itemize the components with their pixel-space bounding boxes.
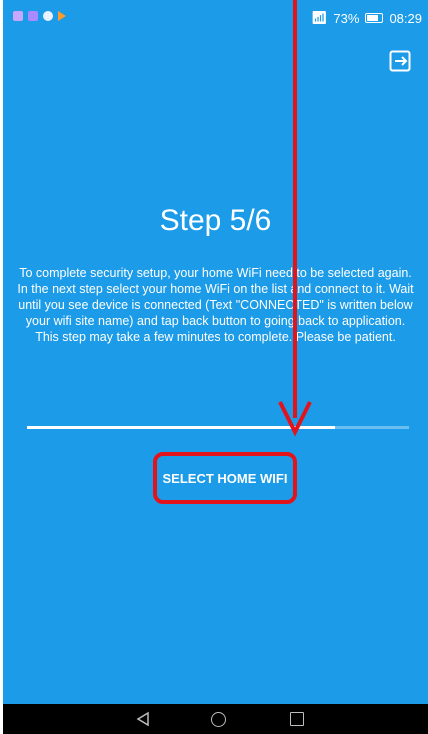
app-screen: 📶︎ 73% 08:29 Step 5/6 To complete securi…: [3, 0, 428, 734]
step-title: Step 5/6: [159, 204, 272, 237]
description-line: In the next step select your home WiFi o…: [17, 282, 414, 328]
app-notification-icon: [13, 11, 23, 21]
battery-icon: [365, 13, 384, 23]
progress-fill: [27, 426, 335, 429]
clock: 08:29: [389, 10, 422, 26]
wifi-icon: 📶︎: [310, 10, 328, 25]
progress-bar: [27, 426, 409, 429]
navigation-bar: [3, 704, 428, 734]
notification-icons: [13, 11, 66, 21]
logout-icon[interactable]: [389, 50, 411, 72]
recent-square-icon[interactable]: [290, 712, 304, 726]
description-line: To complete security setup, your home Wi…: [19, 266, 412, 280]
status-indicators: 📶︎ 73% 08:29: [311, 10, 422, 26]
home-circle-icon[interactable]: [211, 712, 226, 727]
app-notification-icon: [43, 11, 53, 21]
status-bar: 📶︎ 73% 08:29: [3, 0, 428, 34]
back-triangle-icon[interactable]: [135, 711, 151, 727]
description-line: This step may take a few minutes to comp…: [35, 330, 396, 344]
play-store-icon: [58, 11, 66, 21]
select-home-wifi-button[interactable]: SELECT HOME WIFI: [153, 452, 297, 504]
step-description: To complete security setup, your home Wi…: [15, 265, 416, 345]
app-notification-icon: [28, 11, 38, 21]
battery-percent: 73%: [333, 10, 360, 26]
select-home-wifi-label: SELECT HOME WIFI: [162, 470, 288, 486]
